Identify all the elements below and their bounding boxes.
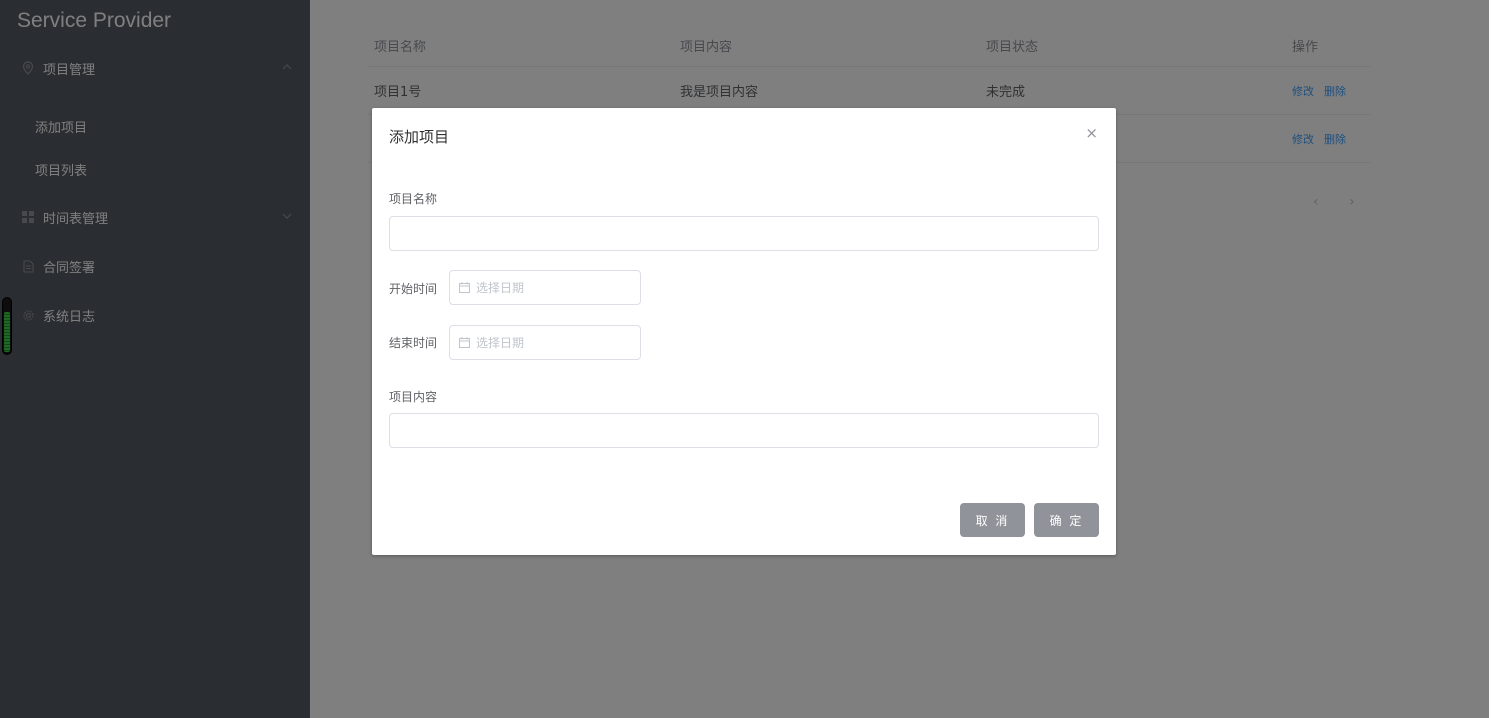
calendar-icon bbox=[459, 282, 470, 293]
calendar-icon bbox=[459, 337, 470, 348]
project-name-label: 项目名称 bbox=[389, 192, 438, 206]
project-name-input[interactable] bbox=[389, 216, 1099, 251]
start-time-label: 开始时间 bbox=[389, 282, 438, 296]
project-content-input[interactable] bbox=[389, 413, 1099, 448]
close-icon[interactable]: × bbox=[1085, 124, 1098, 142]
dialog-title: 添加项目 bbox=[389, 128, 450, 146]
end-date-placeholder: 选择日期 bbox=[476, 336, 525, 350]
project-content-label: 项目内容 bbox=[389, 390, 438, 404]
add-project-dialog: 添加项目 × 项目名称 开始时间 选择日期 结束时间 选择日期 项目内容 取 消… bbox=[372, 108, 1116, 555]
end-time-label: 结束时间 bbox=[389, 336, 438, 350]
cancel-button[interactable]: 取 消 bbox=[960, 503, 1025, 537]
confirm-button[interactable]: 确 定 bbox=[1034, 503, 1099, 537]
start-date-picker[interactable]: 选择日期 bbox=[449, 270, 641, 305]
end-date-picker[interactable]: 选择日期 bbox=[449, 325, 641, 360]
start-date-placeholder: 选择日期 bbox=[476, 281, 525, 295]
